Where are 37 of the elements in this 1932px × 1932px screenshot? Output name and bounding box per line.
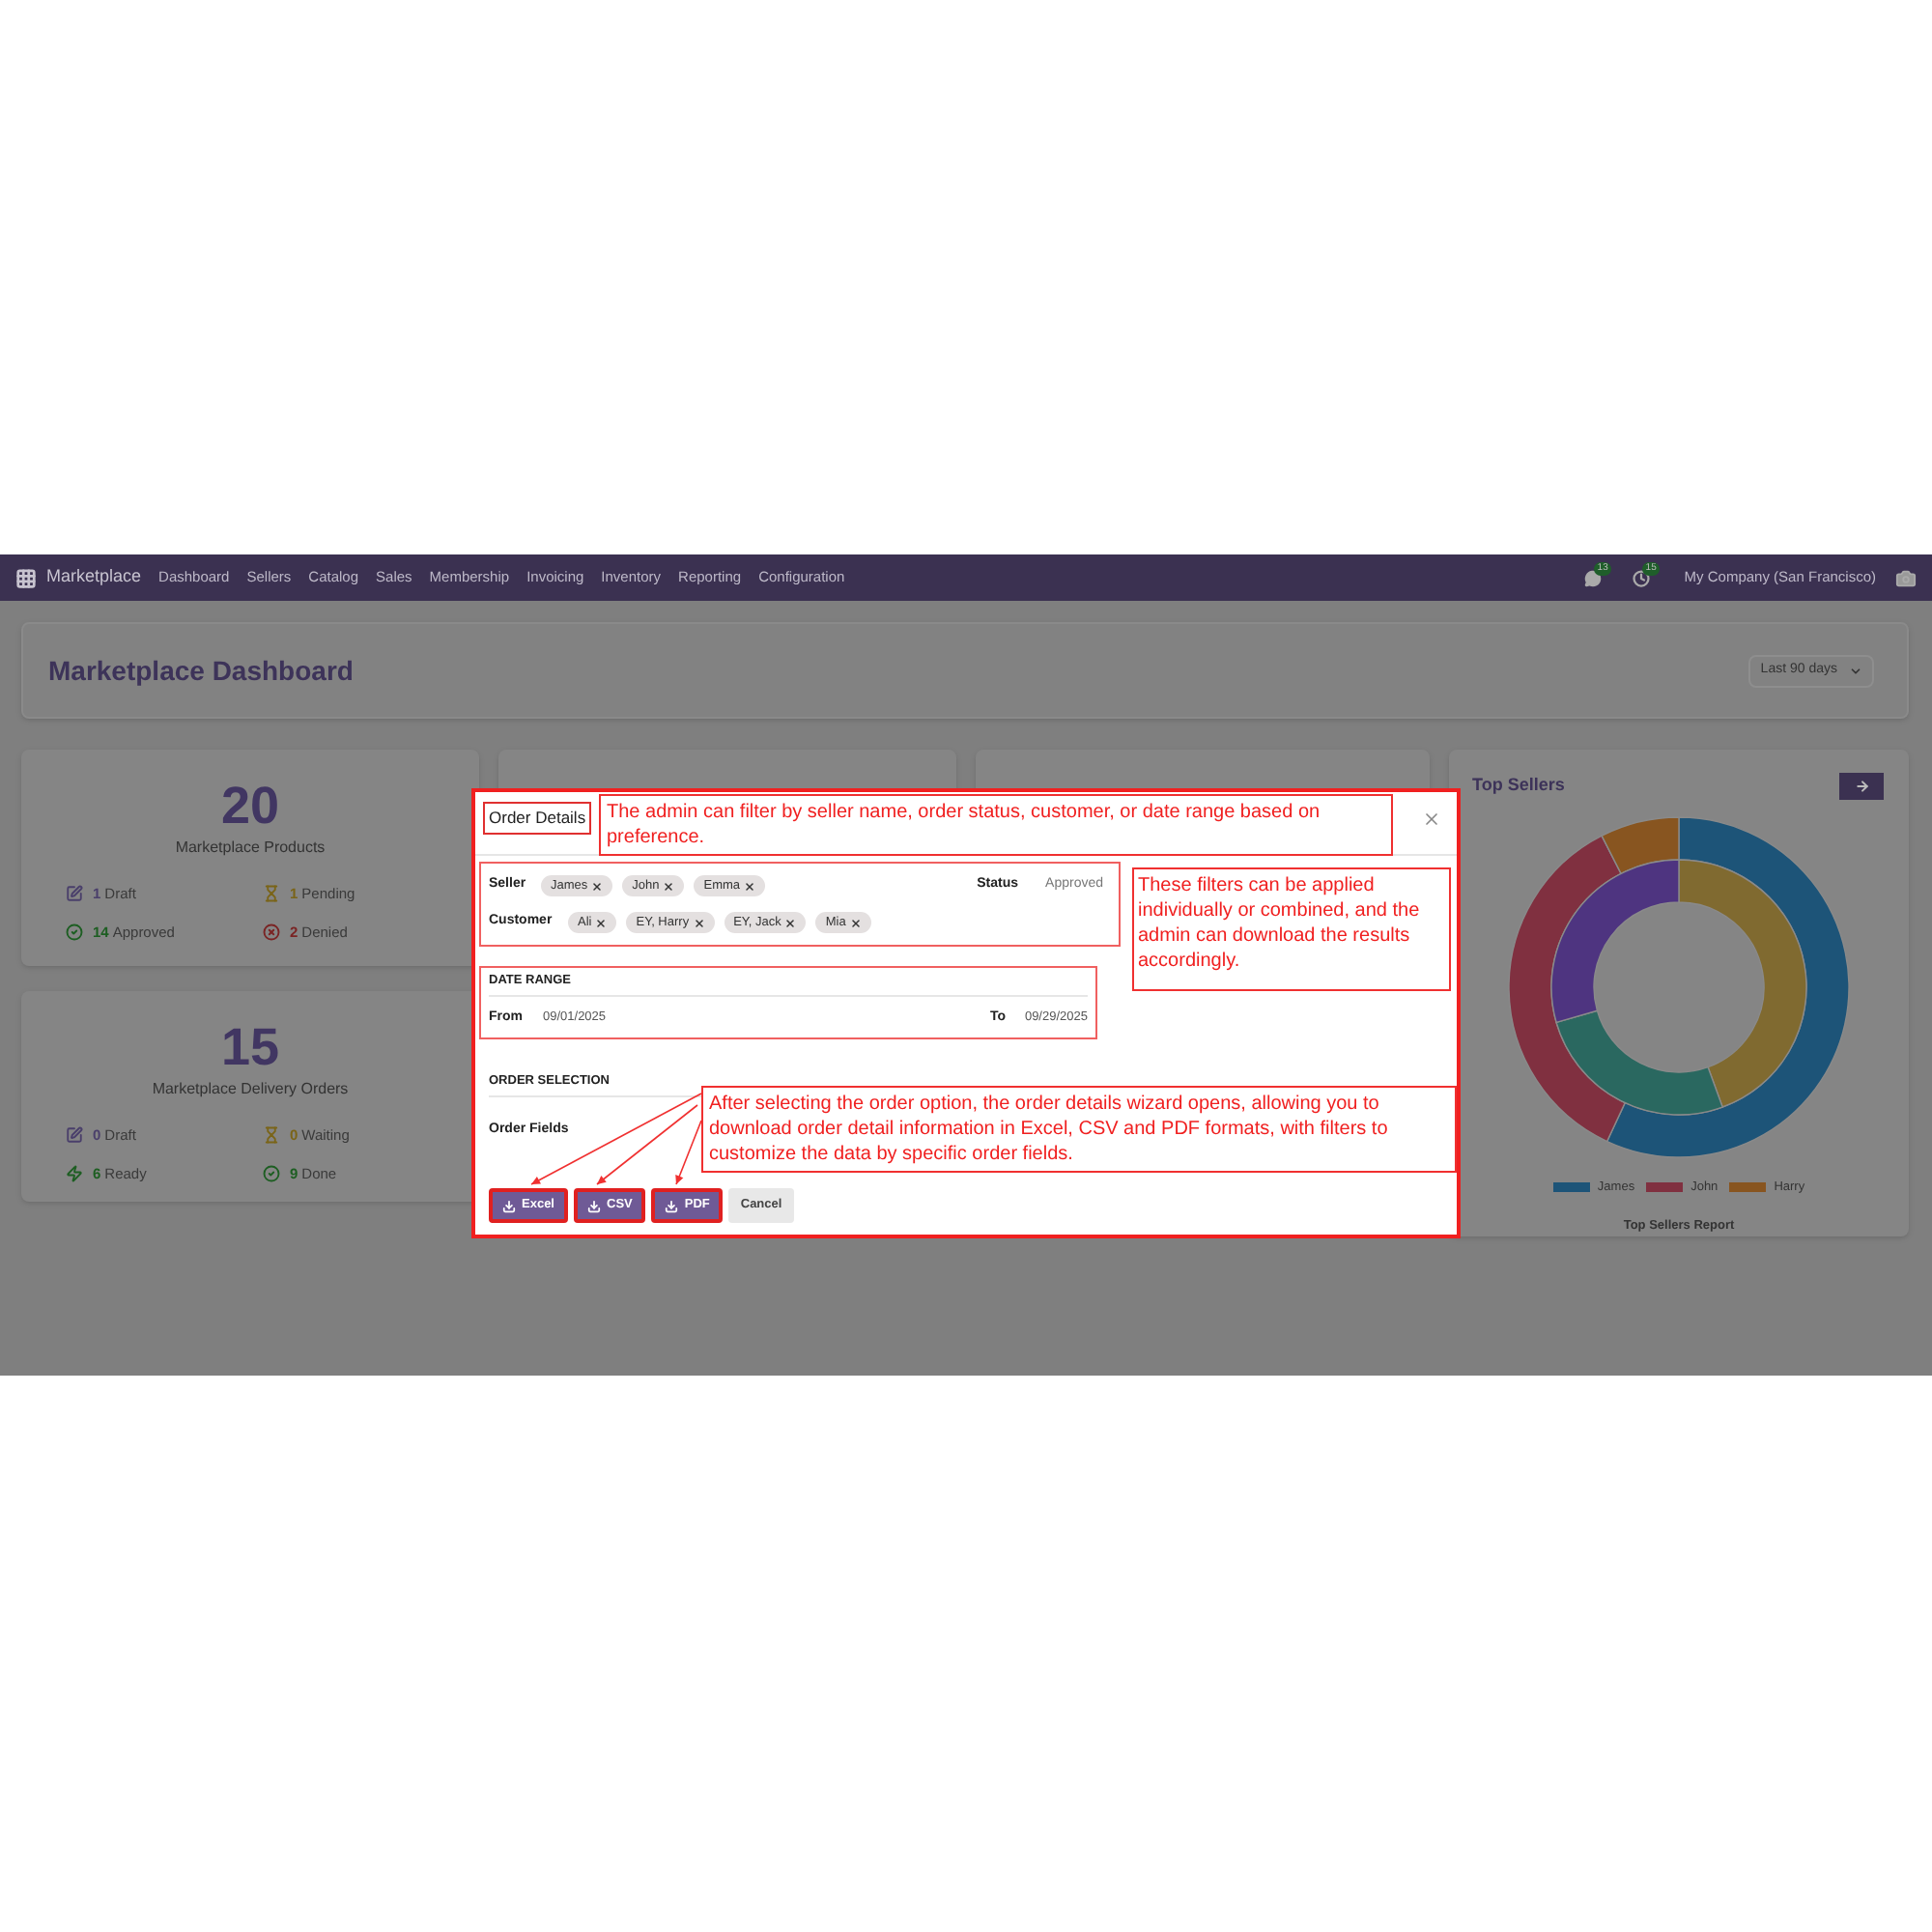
camera-icon[interactable] <box>1895 567 1917 588</box>
stat-title: Marketplace Products <box>175 837 326 860</box>
download-icon <box>587 1199 601 1212</box>
messages-icon[interactable] <box>1583 569 1602 586</box>
annotation-callout: The admin can filter by seller name, order status, customer, or date range based on preference. <box>599 794 1393 856</box>
check-circle-icon <box>263 1165 280 1183</box>
stat-count: 20 <box>220 777 280 835</box>
download-icon <box>502 1199 516 1212</box>
hourglass-icon <box>263 1126 280 1145</box>
remove-icon[interactable] <box>744 880 756 892</box>
stat-count: 15 <box>220 1018 280 1076</box>
edit-icon <box>66 1126 83 1145</box>
remove-icon[interactable] <box>693 917 705 928</box>
remove-icon[interactable] <box>663 880 675 892</box>
annotation-callout: These filters can be applied individually or combined, and the admin can download the results accordingly. <box>1132 867 1451 991</box>
remove-icon[interactable] <box>591 880 604 892</box>
open-report-button[interactable] <box>1839 773 1884 800</box>
remove-icon[interactable] <box>849 917 862 928</box>
x-circle-icon <box>263 923 280 942</box>
check-circle-icon <box>66 923 83 942</box>
activity-clock-icon[interactable] <box>1632 569 1650 586</box>
app-name[interactable]: Marketplace <box>46 564 142 591</box>
bolt-icon <box>66 1165 83 1183</box>
edit-icon <box>66 885 83 903</box>
arrow-right-icon <box>1854 779 1869 794</box>
page-title: Marketplace Dashboard <box>48 652 354 690</box>
remove-icon[interactable] <box>784 917 797 928</box>
download-icon <box>665 1199 679 1212</box>
close-icon[interactable] <box>1422 810 1441 829</box>
dialog-title: Order Details <box>483 802 592 835</box>
card-title: Top Sellers <box>1472 773 1565 799</box>
hourglass-icon <box>263 885 280 903</box>
annotation-callout: After selecting the order option, the order details wizard opens, allowing you to download order detail information in Excel, CSV and PDF formats, with filters to customize the data by specific order fields. <box>701 1086 1457 1173</box>
remove-icon[interactable] <box>595 917 608 928</box>
apps-menu-icon[interactable] <box>15 567 37 588</box>
stat-title: Marketplace Delivery Orders <box>152 1078 349 1101</box>
caret-icon <box>1849 664 1862 677</box>
